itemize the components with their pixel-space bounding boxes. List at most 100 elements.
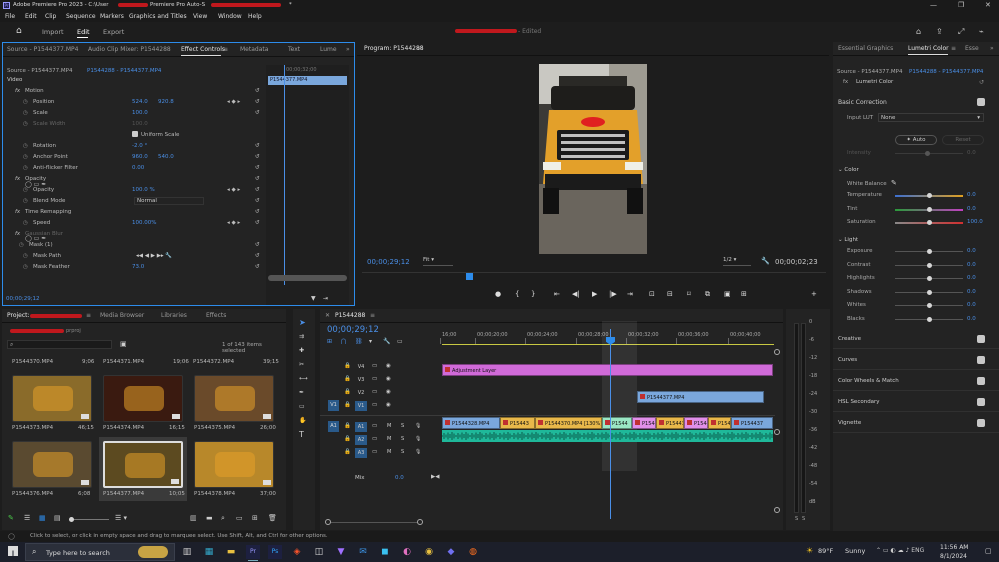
ec-row[interactable]: fx Time Remapping ↺	[3, 208, 265, 218]
tab-menu-icon[interactable]: ≡	[86, 312, 91, 319]
slider-value[interactable]: 0.0	[967, 289, 976, 295]
lift-icon[interactable]: ⊡	[649, 290, 655, 298]
slip-tool-icon[interactable]: ⟷	[299, 375, 308, 383]
stopwatch-icon[interactable]: ◷	[23, 198, 28, 204]
lumetri-slider[interactable]	[895, 289, 963, 295]
slider-knob[interactable]	[927, 220, 932, 225]
razor-tool-icon[interactable]: ✂	[299, 361, 304, 369]
freeform-view-icon[interactable]: ▤	[54, 514, 61, 522]
tab-esse[interactable]: Esse	[965, 45, 979, 52]
lumetri-slider[interactable]	[895, 262, 963, 268]
fx-badge[interactable]: fx	[15, 88, 20, 94]
reset-button[interactable]: Reset	[942, 135, 984, 145]
menu-help[interactable]: Help	[248, 13, 262, 20]
add-marker-icon[interactable]: ▾	[369, 338, 372, 345]
timeline-clip[interactable]: P1544370.MP4 [130%]	[535, 417, 602, 429]
go-to-in-icon[interactable]: ⇤	[554, 290, 560, 298]
project-item-thumbnail[interactable]	[12, 441, 92, 488]
linked-selection-icon[interactable]: ⛓	[355, 338, 363, 345]
ec-row[interactable]: ◷ Anchor Point 960.0 540.0 ↺	[3, 153, 265, 163]
color-header[interactable]: ⌄ Color	[838, 167, 859, 173]
timeline-settings-icon[interactable]: 🔧	[383, 338, 390, 345]
lumetri-menu-icon[interactable]: ≡	[951, 45, 956, 52]
type-tool-icon[interactable]: T	[299, 431, 304, 439]
trash-icon[interactable]: 🗑	[268, 514, 277, 522]
new-item-icon[interactable]: ⊞	[252, 514, 258, 522]
reset-param-icon[interactable]: ↺	[255, 242, 260, 248]
resolution-dropdown[interactable]: 1/2 ▾	[723, 257, 751, 266]
sync-lock-icon[interactable]: ▭	[372, 436, 377, 442]
widgets-icon[interactable]: ▦	[202, 545, 216, 559]
nest-icon[interactable]: ⊞	[327, 338, 332, 345]
mix-value[interactable]: 0.0	[395, 475, 404, 481]
mute-button[interactable]: M	[387, 436, 391, 442]
teams-icon[interactable]: ◆	[444, 545, 458, 559]
tab-sequence[interactable]: P1544288	[335, 312, 365, 319]
ec-row[interactable]: ◷ Scale Width 100.0	[3, 120, 265, 130]
photos-icon[interactable]: ◐	[400, 545, 414, 559]
workspace-export[interactable]: Export	[103, 28, 124, 36]
mark-in-icon[interactable]: {	[515, 290, 519, 298]
menu-view[interactable]: View	[193, 13, 207, 20]
source-patch-a1[interactable]: A1	[328, 421, 339, 432]
input-lut-dropdown[interactable]: None ▾	[878, 113, 984, 122]
tab-text[interactable]: Text	[288, 46, 300, 53]
slider-knob[interactable]	[927, 249, 932, 254]
track-name[interactable]: A3	[355, 448, 367, 458]
project-item-name[interactable]: P1544376.MP4	[12, 491, 53, 497]
more-tabs-icon[interactable]: »	[990, 45, 994, 52]
track-name[interactable]: V3	[355, 375, 367, 385]
tab-metadata[interactable]: Metadata	[240, 46, 268, 53]
reset-param-icon[interactable]: ↺	[255, 110, 260, 116]
lumetri-section-checkbox[interactable]	[977, 377, 985, 385]
slider-value[interactable]: 0.0	[967, 262, 976, 268]
eye-icon[interactable]: ◉	[386, 376, 391, 382]
ec-value[interactable]: 100.0	[132, 110, 148, 116]
track-lock-icon[interactable]: 🔒	[344, 363, 351, 369]
track-select-tool-icon[interactable]: ⇉	[299, 333, 304, 341]
track-lock-icon[interactable]: 🔒	[344, 436, 351, 442]
timeline-clip[interactable]: P15443	[708, 417, 731, 429]
stopwatch-icon[interactable]: ◷	[23, 154, 28, 160]
fit-dropdown[interactable]: Fit ▾	[423, 257, 453, 266]
stopwatch-icon[interactable]: ◷	[23, 143, 28, 149]
menu-edit[interactable]: Edit	[25, 13, 37, 20]
taskbar-search-box[interactable]: ⌕ Type here to search	[25, 543, 175, 561]
list-view-icon[interactable]: ☰	[24, 514, 30, 522]
ec-row[interactable]: ◷ Position 524.0 920.8 ↺ ◂ ◆ ▸	[3, 98, 265, 108]
task-view-icon[interactable]: ▥	[180, 545, 194, 559]
slider-value[interactable]: 100.0	[967, 219, 983, 225]
clock-time[interactable]: 11:56 AM	[940, 544, 968, 551]
photoshop-icon[interactable]: Ps	[268, 545, 282, 559]
reset-effect-icon[interactable]: ↺	[255, 176, 260, 182]
audio-clip-a1[interactable]	[442, 430, 773, 442]
ec-row[interactable]: ◷ Mask (1) ↺	[3, 241, 265, 251]
tab-libraries[interactable]: Libraries	[161, 312, 187, 319]
mute-button[interactable]: M	[387, 423, 391, 429]
track-name[interactable]: V4	[355, 362, 367, 372]
clock-date[interactable]: 8/1/2024	[940, 553, 967, 560]
ec-value[interactable]: 100.0	[132, 121, 148, 127]
slider-knob[interactable]	[927, 276, 932, 281]
solo-button[interactable]: S	[401, 449, 404, 455]
notifications-icon[interactable]: ▢	[985, 547, 992, 555]
ec-row[interactable]: ◷ Anti-flicker Filter 0.00 ↺	[3, 164, 265, 174]
project-item-thumbnail[interactable]	[103, 441, 183, 488]
ec-value[interactable]: 524.0	[132, 99, 148, 105]
lumetri-slider[interactable]	[895, 249, 963, 254]
ec-scrollbar[interactable]	[268, 275, 347, 281]
intensity-slider[interactable]	[895, 151, 963, 156]
stopwatch-icon[interactable]: ◷	[23, 264, 28, 270]
fx-badge[interactable]: fx	[15, 176, 20, 182]
zoom-slider[interactable]	[69, 517, 109, 522]
ec-value[interactable]: Normal	[137, 198, 157, 204]
premiere-icon[interactable]: Pr	[246, 545, 260, 559]
lumetri-section-header[interactable]: Vignette	[838, 420, 861, 426]
reset-param-icon[interactable]: ↺	[255, 198, 260, 204]
program-timecode[interactable]: 00;00;29;12	[367, 258, 410, 266]
stopwatch-icon[interactable]: ◷	[23, 110, 28, 116]
lumetri-section-checkbox[interactable]	[977, 356, 985, 364]
slider-value[interactable]: 0.0	[967, 248, 976, 254]
ec-value-2[interactable]: 920.8	[158, 99, 174, 105]
stopwatch-icon[interactable]: ◷	[23, 165, 28, 171]
